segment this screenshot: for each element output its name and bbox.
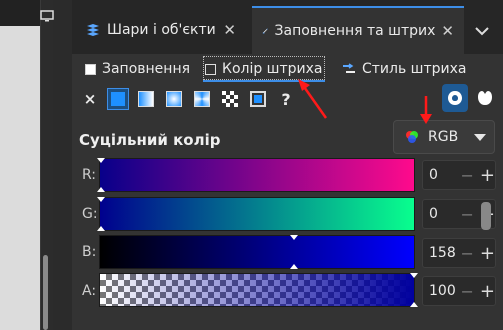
no-paint-icon: × (83, 90, 97, 108)
mesh-gradient-button[interactable] (191, 88, 213, 110)
green-slider[interactable] (99, 197, 415, 231)
pattern-button[interactable] (219, 88, 241, 110)
subtab-label: Стиль штриха (362, 61, 467, 77)
flat-color-icon (111, 92, 125, 106)
mesh-gradient-icon (194, 91, 210, 107)
subtab-label: Колір штриха (222, 61, 323, 77)
radial-gradient-icon (166, 91, 182, 107)
close-icon[interactable]: ✕ (441, 22, 454, 40)
fill-swatch-icon (85, 63, 96, 75)
channel-label-g: G: (82, 206, 98, 222)
tab-layers-objects[interactable]: Шари і об'єкти ✕ (75, 6, 246, 54)
slider-marker-bottom[interactable] (410, 302, 418, 307)
slider-marker-top[interactable] (97, 197, 105, 202)
subtab-stroke-style[interactable]: Стиль штриха (342, 58, 467, 80)
slider-marker-top[interactable] (290, 235, 298, 240)
minus-icon[interactable]: − (461, 166, 474, 185)
unset-paint-button[interactable]: ? (275, 88, 297, 110)
alpha-slider[interactable] (99, 273, 415, 307)
stroke-style-icon (343, 63, 355, 73)
plus-icon[interactable]: + (480, 281, 495, 302)
fill-rule-evenodd-button[interactable] (442, 84, 468, 112)
canvas-scrollbar-thumb[interactable] (43, 255, 48, 330)
subtab-label: Заповнення (102, 61, 191, 77)
red-slider[interactable] (99, 158, 415, 192)
chevron-down-icon (474, 133, 486, 141)
fill-type-heading: Суцільний колір (79, 131, 221, 149)
red-spinbox[interactable]: 0 − + (422, 160, 496, 190)
color-wheel-icon (406, 131, 418, 143)
pattern-icon (222, 91, 238, 107)
panel-scrollbar-thumb[interactable] (481, 202, 491, 230)
swatch-button[interactable] (247, 88, 269, 110)
green-value[interactable]: 0 (429, 206, 459, 222)
blue-value[interactable]: 158 (429, 245, 459, 261)
flat-color-button[interactable] (107, 88, 129, 110)
channel-label-a: A: (82, 283, 97, 299)
layers-icon (87, 24, 99, 36)
slider-marker-bottom[interactable] (97, 187, 105, 192)
subtab-stroke-paint[interactable]: Колір штриха (205, 58, 323, 80)
annotation-arrow-icon (420, 96, 432, 124)
slider-marker-bottom[interactable] (97, 226, 105, 231)
alpha-value[interactable]: 100 (429, 283, 459, 299)
blue-spinbox[interactable]: 158 − + (422, 238, 496, 268)
plus-icon[interactable]: + (480, 243, 495, 264)
fill-rule-nonzero-button[interactable] (472, 84, 498, 112)
plus-icon[interactable]: + (480, 165, 495, 186)
linear-gradient-icon (138, 91, 154, 107)
annotation-arrow-icon (298, 79, 328, 119)
canvas-area[interactable] (0, 26, 40, 330)
blue-slider[interactable] (99, 235, 415, 269)
fill-rule-nonzero-icon (478, 91, 492, 105)
linear-gradient-button[interactable] (135, 88, 157, 110)
slider-marker-top[interactable] (410, 273, 418, 278)
monitor-icon[interactable] (40, 10, 54, 22)
tab-label: Шари і об'єкти (107, 22, 216, 38)
channel-label-r: R: (82, 167, 97, 183)
tab-label: Заповнення та штрих (274, 23, 436, 39)
chevron-down-icon[interactable] (470, 22, 494, 40)
alpha-spinbox[interactable]: 100 − + (422, 276, 496, 306)
subtab-fill[interactable]: Заповнення (85, 58, 190, 80)
swatch-icon (250, 91, 266, 107)
unset-icon: ? (281, 89, 291, 109)
radial-gradient-button[interactable] (163, 88, 185, 110)
slider-marker-top[interactable] (97, 158, 105, 163)
minus-icon[interactable]: − (461, 244, 474, 263)
channel-label-b: B: (82, 244, 97, 260)
slider-marker-bottom[interactable] (290, 264, 298, 269)
no-paint-button[interactable]: × (79, 88, 101, 110)
fill-rule-evenodd-icon (448, 91, 462, 105)
color-mode-dropdown[interactable]: RGB (393, 120, 495, 154)
close-icon[interactable]: ✕ (223, 21, 236, 39)
fill-stroke-icon (262, 28, 268, 34)
stroke-swatch-icon (205, 63, 216, 75)
color-mode-label: RGB (428, 129, 459, 145)
red-value[interactable]: 0 (429, 167, 459, 183)
tab-fill-stroke[interactable]: Заповнення та штрих ✕ (252, 6, 464, 54)
minus-icon[interactable]: − (461, 282, 474, 301)
minus-icon[interactable]: − (461, 205, 474, 224)
